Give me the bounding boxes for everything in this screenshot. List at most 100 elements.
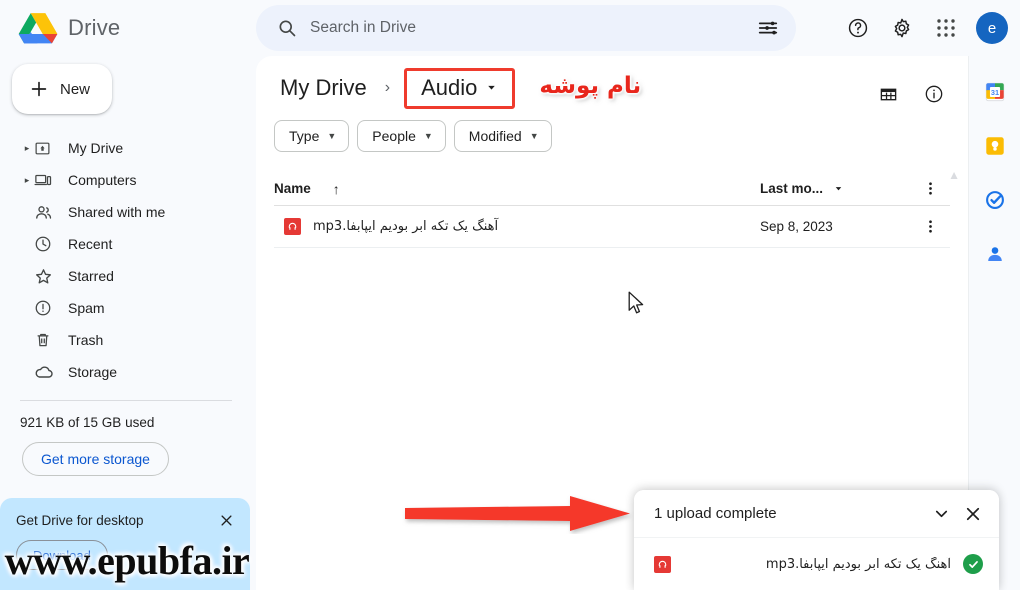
gear-icon[interactable] [882, 8, 922, 48]
computers-icon [34, 171, 60, 189]
brand-title: Drive [68, 15, 121, 40]
sort-ascending-icon[interactable]: ↑ [333, 181, 340, 197]
sidebar-item-computers[interactable]: ▸ Computers [0, 164, 256, 196]
chip-label: People [372, 128, 416, 144]
search-area [256, 5, 796, 51]
row-more-options-icon[interactable] [916, 213, 944, 241]
sidebar-item-trash[interactable]: Trash [0, 324, 256, 356]
trash-icon [34, 331, 60, 349]
column-header-more [910, 175, 950, 203]
chevron-down-icon: ▼ [423, 131, 433, 141]
get-drive-for-desktop-banner: Get Drive for desktop Download [0, 498, 250, 590]
sidebar-item-label: Recent [68, 236, 113, 252]
search-input[interactable] [306, 19, 748, 37]
table-header-row: Name ↑ Last mo... [274, 172, 950, 206]
info-icon[interactable] [914, 74, 954, 114]
close-icon[interactable] [214, 508, 238, 532]
expand-caret-icon[interactable]: ▸ [20, 143, 34, 154]
google-calendar-icon[interactable]: 31 [979, 76, 1011, 108]
sidebar: New ▸ My Drive ▸ Computers Shared with m… [0, 56, 256, 590]
sidebar-item-label: Trash [68, 332, 104, 348]
column-label-last-modified: Last mo... [760, 181, 824, 196]
view-tools [868, 74, 954, 114]
annotation-folder-name-note: نام پوشه [539, 73, 642, 99]
new-button-label: New [60, 80, 91, 98]
close-icon[interactable] [957, 498, 989, 530]
sidebar-nav: ▸ My Drive ▸ Computers Shared with me Re… [0, 132, 256, 388]
table-row[interactable]: آهنگ یک تکه ابر بودیم ایپابفا.mp3 Sep 8,… [274, 206, 950, 248]
clock-icon [34, 235, 60, 253]
chevron-down-icon: ▼ [327, 131, 337, 141]
chevron-down-icon: ▼ [529, 131, 539, 141]
google-contacts-icon[interactable] [979, 238, 1011, 270]
tune-options-icon[interactable] [748, 8, 788, 48]
audio-file-icon [654, 555, 671, 573]
sidebar-item-label: Starred [68, 268, 114, 284]
chevron-down-icon[interactable] [925, 498, 957, 530]
star-icon [34, 267, 60, 286]
storage-usage-text: 921 KB of 15 GB used [20, 415, 155, 430]
search-icon[interactable] [268, 9, 306, 47]
breadcrumb: My Drive › Audio نام پوشه [256, 56, 968, 120]
file-table: Name ↑ Last mo... آهنگ یک تکه ابر بودیم … [256, 172, 968, 248]
filter-chip-modified[interactable]: Modified ▼ [453, 120, 552, 152]
scroll-up-chevron-icon[interactable]: ▲ [948, 168, 960, 182]
sidebar-item-storage[interactable]: Storage [0, 356, 256, 388]
new-button[interactable]: New [12, 64, 112, 114]
svg-text:31: 31 [990, 88, 998, 97]
my-drive-icon [34, 140, 60, 157]
chip-label: Type [289, 128, 320, 144]
row-actions [910, 213, 950, 241]
chevron-down-icon[interactable] [485, 81, 498, 94]
spam-icon [34, 299, 60, 317]
column-header-name[interactable]: Name ↑ [274, 181, 760, 197]
column-label-name: Name [274, 181, 311, 196]
apps-grid-icon[interactable] [926, 8, 966, 48]
upload-complete-toast: 1 upload complete آهنگ یک تکه ابر بودیم … [634, 490, 999, 590]
sidebar-item-spam[interactable]: Spam [0, 292, 256, 324]
chip-label: Modified [468, 128, 522, 144]
top-bar: Drive Search in Drive e [0, 0, 1020, 56]
sidebar-item-label: Storage [68, 364, 118, 380]
sidebar-item-starred[interactable]: Starred [0, 260, 256, 292]
help-icon[interactable] [838, 8, 878, 48]
file-name-cell[interactable]: آهنگ یک تکه ابر بودیم ایپابفا.mp3 [274, 218, 760, 235]
sidebar-item-label: My Drive [68, 140, 124, 156]
sidebar-item-shared-with-me[interactable]: Shared with me [0, 196, 256, 228]
expand-caret-icon[interactable]: ▸ [20, 175, 34, 186]
google-drive-logo [18, 13, 58, 44]
google-keep-icon[interactable] [979, 130, 1011, 162]
google-tasks-icon[interactable] [979, 184, 1011, 216]
chevron-down-icon[interactable] [833, 183, 844, 194]
more-options-icon[interactable] [916, 175, 944, 203]
search-bar[interactable] [256, 5, 796, 51]
green-check-icon [963, 554, 983, 574]
shared-with-me-icon [34, 203, 60, 222]
file-name-text: آهنگ یک تکه ابر بودیم ایپابفا.mp3 [313, 219, 499, 234]
filter-chips: Type ▼ People ▼ Modified ▼ [256, 120, 968, 152]
grid-view-icon[interactable] [868, 74, 908, 114]
top-right-actions: e [838, 0, 1012, 56]
breadcrumb-separator: › [384, 79, 391, 96]
breadcrumb-current-folder[interactable]: Audio [421, 75, 477, 101]
filter-chip-type[interactable]: Type ▼ [274, 120, 350, 152]
sidebar-item-recent[interactable]: Recent [0, 228, 256, 260]
column-header-last-modified[interactable]: Last mo... [760, 181, 910, 196]
banner-download-button[interactable]: Download [16, 540, 108, 570]
get-more-storage-button[interactable]: Get more storage [22, 442, 169, 476]
plus-icon [31, 81, 47, 97]
toast-upload-item[interactable]: آهنگ یک تکه ابر بودیم ایپابفا.mp3 [634, 538, 999, 590]
audio-file-icon [284, 218, 301, 235]
sidebar-item-my-drive[interactable]: ▸ My Drive [0, 132, 256, 164]
avatar[interactable]: e [976, 12, 1008, 44]
file-last-modified: Sep 8, 2023 [760, 219, 833, 234]
cloud-icon [34, 362, 60, 382]
sidebar-item-label: Computers [68, 172, 137, 188]
sidebar-item-label: Spam [68, 300, 105, 316]
folder-name-highlight-box: Audio [404, 67, 516, 109]
filter-chip-people[interactable]: People ▼ [357, 120, 446, 152]
breadcrumb-root[interactable]: My Drive [274, 71, 373, 105]
sidebar-item-label: Shared with me [68, 204, 166, 220]
brand-area[interactable]: Drive [0, 0, 256, 56]
banner-title: Get Drive for desktop [16, 513, 144, 528]
